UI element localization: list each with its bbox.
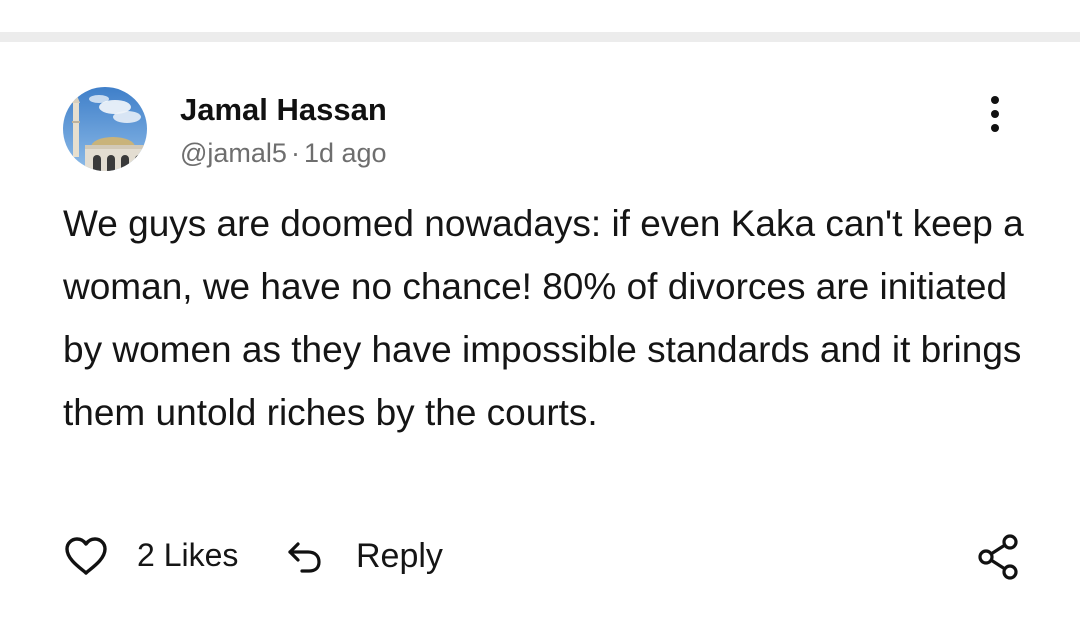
- top-spacer: [0, 0, 1080, 32]
- share-icon: [978, 534, 1018, 580]
- comment-actions: 2 Likes Reply: [0, 530, 1080, 584]
- reply-arrow-icon: [288, 542, 321, 573]
- comment-body: We guys are doomed nowadays: if even Kak…: [63, 203, 1024, 433]
- comment-meta: @jamal5 · 1d ago: [180, 138, 387, 169]
- reply-button[interactable]: Reply: [284, 530, 464, 584]
- share-button[interactable]: [974, 532, 1022, 582]
- heart-outline-icon: [65, 537, 107, 575]
- section-divider: [0, 32, 1080, 42]
- reply-label: Reply: [356, 537, 443, 575]
- meta-separator: ·: [290, 138, 300, 168]
- mosque-photo-avatar: [63, 87, 147, 171]
- more-vertical-icon: [991, 96, 999, 132]
- timestamp: 1d ago: [303, 138, 387, 168]
- author-name[interactable]: Jamal Hassan: [180, 92, 387, 128]
- comment-card: Jamal Hassan @jamal5 · 1d ago We guys are …: [0, 42, 1080, 622]
- likes-count[interactable]: 2 Likes: [137, 537, 238, 574]
- like-button[interactable]: [62, 533, 110, 581]
- author-handle[interactable]: @jamal5: [180, 138, 287, 168]
- more-options-button[interactable]: [970, 92, 1020, 136]
- avatar[interactable]: [63, 87, 147, 171]
